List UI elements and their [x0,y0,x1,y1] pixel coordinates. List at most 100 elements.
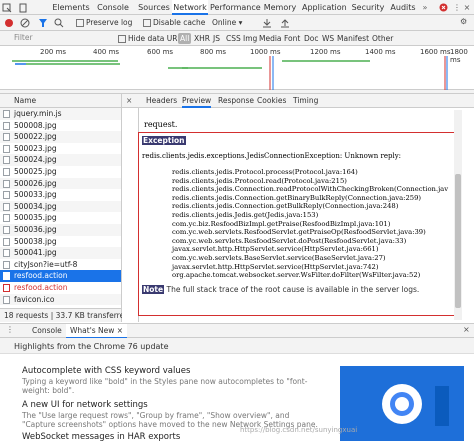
preserve-log-checkbox[interactable]: Preserve log [76,17,132,28]
request-row[interactable]: favicon.ico [0,293,121,306]
record-icon[interactable] [4,18,14,30]
stack-line: com.yc.web.servlets.BaseServlet.service(… [172,253,386,262]
tab-network[interactable]: Network [172,0,208,15]
tab-audits[interactable]: Audits [388,0,418,15]
request-name: 500035.jpg [14,213,57,223]
tab-headers[interactable]: Headers [146,94,177,108]
request-row[interactable]: 500008.jpg [0,120,121,132]
import-har-icon[interactable] [262,18,272,30]
filter-type-doc[interactable]: Doc [304,33,319,44]
drawer-tab-whats-new[interactable]: What's New × [66,324,128,339]
request-row[interactable]: jquery.min.js [0,108,121,120]
filter-type-manifest[interactable]: Manifest [337,33,369,44]
tab-response[interactable]: Response [218,94,254,108]
file-icon [3,144,10,153]
request-name: 500024.jpg [14,155,57,165]
tab-security[interactable]: Security [350,0,386,15]
file-icon [3,121,10,130]
stack-line: javax.servlet.http.HttpServlet.service(H… [172,262,379,271]
search-icon[interactable] [54,18,64,30]
tab-application[interactable]: Application [302,0,347,15]
tab-timing[interactable]: Timing [293,94,318,108]
request-row[interactable]: cityJson?ie=utf-8 [0,259,121,271]
request-row[interactable]: 500035.jpg [0,212,121,224]
tab-console[interactable]: Console [93,0,133,15]
tab-preview[interactable]: Preview [182,94,212,108]
filter-type-xhr[interactable]: XHR [194,33,210,44]
stack-trace: redis.clients.jedis.Protocol.process(Pro… [172,168,448,280]
filter-icon[interactable] [38,18,48,30]
more-tabs-icon[interactable]: » [420,0,430,15]
preview-scrollbar[interactable] [454,110,462,320]
tab-cookies[interactable]: Cookies [257,94,286,108]
request-name: favicon.ico [14,294,55,304]
stack-line: redis.clients.jedis.Connection.getBinary… [172,193,422,202]
filter-type-ws[interactable]: WS [322,33,334,44]
filter-type-all[interactable]: All [178,33,192,44]
tick-label: 1200 ms [310,48,341,56]
request-row[interactable]: 500023.jpg [0,143,121,155]
throttle-select[interactable]: Online ▾ [212,17,242,28]
request-row[interactable]: 500022.jpg [0,131,121,143]
drawer-menu-icon[interactable]: ⋮ [6,325,14,334]
request-row[interactable]: 500034.jpg [0,200,121,213]
request-name: jquery.min.js [14,109,62,118]
filter-type-img[interactable]: Img [243,33,257,44]
request-name: cityJson?ie=utf-8 [14,259,78,269]
request-row[interactable]: 500026.jpg [0,177,121,190]
name-column-header[interactable]: Name [0,94,122,108]
disable-cache-label: Disable cache [153,18,206,27]
whats-new-item-title[interactable]: Autocomplete with CSS keyword values [22,366,190,376]
filter-input[interactable]: Filter [14,33,106,44]
disable-cache-checkbox[interactable]: Disable cache [143,17,205,28]
request-row[interactable]: 500036.jpg [0,223,121,236]
tab-elements[interactable]: Elements [51,0,91,15]
timeline-bars [12,56,448,90]
filter-type-media[interactable]: Media [259,33,282,44]
drawer-tab-console[interactable]: Console [32,326,62,335]
clear-icon[interactable] [20,18,30,30]
export-har-icon[interactable] [280,18,290,30]
name-header-label: Name [14,96,37,105]
video-thumbnail[interactable] [340,366,464,441]
status-bar: 18 requests | 33.7 KB transferred [0,308,129,322]
settings-icon[interactable]: ⋮ [452,0,462,15]
stack-line: redis.clients.jedis.Jedis.get(Jedis.java… [172,210,319,219]
device-toolbar-icon[interactable] [16,0,30,15]
hide-data-urls-checkbox[interactable]: Hide data URLs [118,33,186,44]
error-count-icon[interactable] [436,0,450,15]
filter-type-js[interactable]: JS [213,33,220,44]
request-row[interactable]: 500025.jpg [0,166,121,178]
request-row[interactable]: 500024.jpg [0,154,121,166]
request-row[interactable]: resfood.action [0,270,121,282]
note-line: Note The full stack trace of the root ca… [142,285,419,294]
filter-type-other[interactable]: Other [372,33,393,44]
network-settings-icon[interactable]: ⚙ [460,17,467,26]
request-name: 500034.jpg [14,201,57,211]
request-row[interactable]: 500038.jpg [0,236,121,248]
drawer-title: Highlights from the Chrome 76 update [14,342,169,351]
request-list: jquery.min.js 500008.jpg 500022.jpg 500023.… [0,108,122,308]
tab-performance[interactable]: Performance [210,0,261,15]
network-overview[interactable]: 200 ms 400 ms 600 ms 800 ms 1000 ms 1200… [0,46,474,90]
tab-memory[interactable]: Memory [262,0,298,15]
filter-type-font[interactable]: Font [284,33,300,44]
inspect-icon[interactable] [0,0,14,15]
request-row[interactable]: 500033.jpg [0,189,121,201]
close-icon[interactable]: × [462,0,472,15]
request-row[interactable]: 500041.jpg [0,247,121,259]
file-icon [3,133,10,142]
tick-label: 200 ms [40,48,67,56]
network-toolbar: Preserve log Disable cache Online ▾ ⚙ [0,15,474,31]
filter-type-css[interactable]: CSS [226,33,241,44]
tab-sources[interactable]: Sources [134,0,174,15]
filter-bar: Filter Hide data URLs All XHR JS CSS Img… [0,31,474,46]
close-detail-icon[interactable]: × [126,94,132,108]
whats-new-item-desc: Typing a keyword like "bold" in the Styl… [22,377,308,395]
close-drawer-icon[interactable]: × [463,325,470,334]
stack-line: com.yc.biz.ResfoodBizImpl.getPraise(Resf… [172,219,391,228]
request-row[interactable]: resfood.action [0,282,121,294]
stack-line: redis.clients.jedis.Protocol.process(Pro… [172,168,358,176]
whats-new-item-title[interactable]: A new UI for network settings [22,400,148,410]
note-label: Note [142,285,165,294]
